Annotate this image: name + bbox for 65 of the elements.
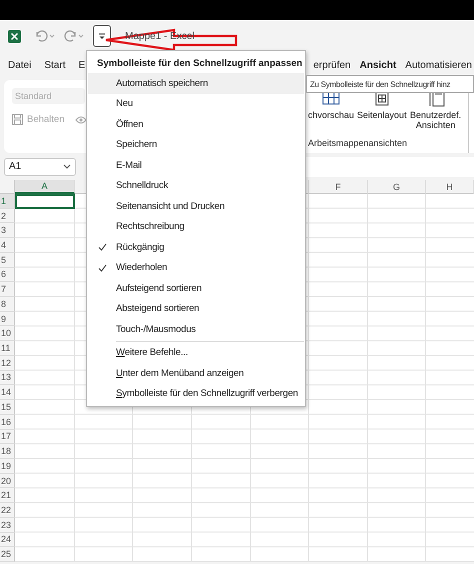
row-header[interactable]: 23: [0, 518, 15, 533]
menu-item[interactable]: Speichern: [88, 134, 304, 155]
menu-item[interactable]: Symbolleiste für den Schnellzugriff verbergen: [88, 384, 304, 404]
redo-icon[interactable]: [63, 29, 85, 43]
menu-item[interactable]: Wiederholen: [88, 258, 304, 278]
menu-item[interactable]: Neu: [88, 94, 304, 114]
ribbon-tab[interactable]: E: [78, 60, 86, 70]
row-header[interactable]: 20: [0, 474, 15, 488]
row-header[interactable]: 3: [0, 223, 15, 238]
ribbon-tab[interactable]: Start: [44, 60, 66, 70]
menu-item[interactable]: Touch-/Mausmodus: [88, 319, 304, 340]
checkmark-icon: [98, 243, 106, 252]
ribbon-tab[interactable]: Automatisieren: [405, 60, 472, 70]
row-header[interactable]: 1: [0, 194, 15, 209]
column-header[interactable]: H: [426, 180, 474, 194]
menu-item[interactable]: Weitere Befehle...: [88, 342, 304, 363]
checkmark-icon: [98, 264, 106, 272]
save-icon: [12, 114, 23, 125]
row-header[interactable]: 12: [0, 356, 15, 371]
row-header[interactable]: 21: [0, 488, 15, 504]
eye-icon[interactable]: [74, 116, 87, 124]
menu-item[interactable]: Aufsteigend sortieren: [88, 278, 304, 298]
selected-cell[interactable]: [15, 194, 75, 209]
row-header[interactable]: 16: [0, 414, 15, 430]
select-all-corner[interactable]: [0, 180, 15, 194]
column-header[interactable]: A: [15, 180, 75, 194]
column-header[interactable]: F: [309, 180, 368, 194]
row-header[interactable]: 14: [0, 385, 15, 400]
row-header[interactable]: 22: [0, 503, 15, 518]
menu-item[interactable]: E-Mail: [88, 155, 304, 176]
menu-item[interactable]: Rückgängig: [88, 237, 304, 258]
row-header[interactable]: 25: [0, 547, 15, 562]
name-box[interactable]: A1: [4, 158, 76, 176]
menu-item[interactable]: Öffnen: [88, 114, 304, 134]
row-header[interactable]: 5: [0, 252, 15, 268]
menu-item[interactable]: Schnelldruck: [88, 176, 304, 196]
ribbon-tab[interactable]: erprüfen: [313, 60, 351, 70]
group-label: Arbeitsmappenansichten: [308, 138, 408, 148]
customize-toolbar-button[interactable]: [93, 25, 111, 47]
menu-item[interactable]: Unter dem Menüband anzeigen: [88, 363, 304, 384]
menu-item[interactable]: Rechtschreibung: [88, 216, 304, 237]
menu-item[interactable]: Seitenansicht und Drucken: [88, 196, 304, 216]
row-header[interactable]: 6: [0, 268, 15, 282]
caret-icon: [98, 32, 106, 40]
row-header[interactable]: 17: [0, 430, 15, 444]
ribbon-tab[interactable]: Ansicht: [360, 60, 396, 70]
spreadsheet-logo-icon: [8, 30, 21, 42]
row-header[interactable]: 15: [0, 400, 15, 415]
row-header[interactable]: 10: [0, 326, 15, 342]
row-header[interactable]: 7: [0, 282, 15, 298]
menu-item[interactable]: Absteigend sortieren: [88, 298, 304, 319]
ribbon-tab[interactable]: Datei: [8, 60, 32, 70]
row-header[interactable]: 4: [0, 238, 15, 253]
row-header[interactable]: 19: [0, 458, 15, 474]
row-header[interactable]: 13: [0, 370, 15, 386]
row-header[interactable]: 11: [0, 341, 15, 356]
row-header[interactable]: 18: [0, 444, 15, 459]
column-header[interactable]: G: [368, 180, 426, 194]
menu-item[interactable]: Automatisch speichern: [88, 73, 304, 94]
row-header[interactable]: 2: [0, 208, 15, 224]
tooltip: Zu Symbolleiste für den Schnellzugriff hinz: [306, 75, 474, 93]
row-header[interactable]: 8: [0, 297, 15, 312]
row-header[interactable]: 9: [0, 312, 15, 326]
row-header[interactable]: 24: [0, 532, 15, 548]
menu-title: Symbolleiste für den Schnellzugriff anpassen: [96, 56, 304, 70]
